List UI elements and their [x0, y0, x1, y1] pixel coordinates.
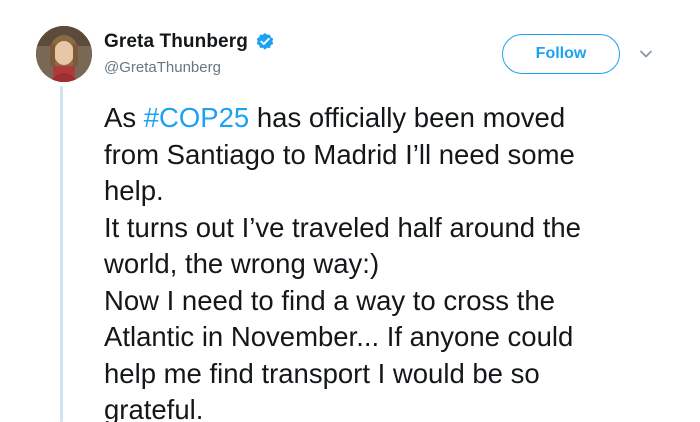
handle[interactable]: @GretaThunberg: [104, 59, 275, 76]
thread-line: [60, 86, 63, 422]
tweet-line: grateful.: [104, 394, 204, 422]
tweet-card: Greta Thunberg @GretaThunberg Follow As …: [0, 0, 700, 422]
display-name[interactable]: Greta Thunberg: [104, 31, 248, 53]
tweet-line: As #COP25 has officially been moved: [104, 100, 684, 137]
tweet-line: help.: [104, 175, 164, 206]
tweet-line: world, the wrong way:): [104, 248, 380, 279]
tweet-text-segment: As: [104, 102, 144, 133]
tweet-text: As #COP25 has officially been moved from…: [104, 100, 684, 422]
hashtag-link[interactable]: #COP25: [144, 102, 249, 133]
name-row: Greta Thunberg: [104, 31, 275, 53]
tweet-line: It turns out I’ve traveled half around t…: [104, 211, 581, 243]
profile-photo-icon: [36, 26, 92, 82]
tweet-line: Atlantic in November... If anyone could: [104, 321, 574, 352]
verified-badge-icon: [255, 32, 275, 52]
tweet-text-segment: has officially been moved: [249, 102, 566, 133]
tweet-line: Now I need to find a way to cross the: [104, 284, 555, 316]
author-block: Greta Thunberg @GretaThunberg: [104, 31, 275, 76]
chevron-down-icon[interactable]: [638, 46, 654, 62]
follow-button[interactable]: Follow: [502, 34, 620, 74]
avatar[interactable]: [36, 26, 92, 82]
tweet-line: from Santiago to Madrid I’ll need some: [104, 138, 575, 170]
tweet-line: help me find transport I would be so: [104, 357, 540, 389]
